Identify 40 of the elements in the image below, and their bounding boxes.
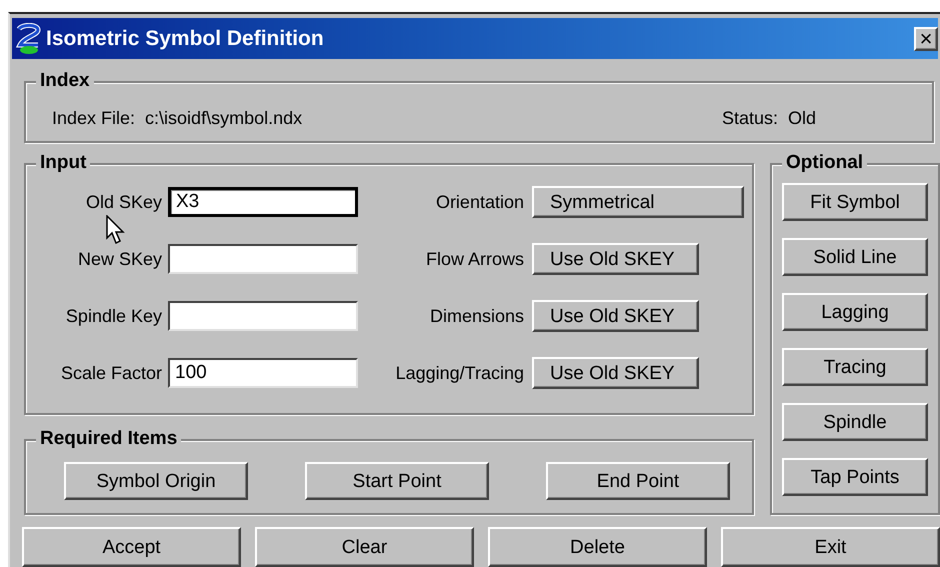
group-title: Input bbox=[36, 153, 90, 172]
optional-button[interactable]: Spindle bbox=[782, 403, 928, 441]
option-label: Dimensions bbox=[428, 304, 524, 328]
group-title: Required Items bbox=[36, 429, 182, 448]
text-field[interactable] bbox=[168, 301, 358, 331]
action-button[interactable]: Accept bbox=[22, 527, 241, 567]
optional-button[interactable]: Fit Symbol bbox=[782, 183, 928, 221]
window-title: Isometric Symbol Definition bbox=[46, 26, 324, 52]
action-button[interactable]: Exit bbox=[721, 527, 940, 567]
option-button[interactable]: Use Old SKEY bbox=[532, 300, 699, 332]
optional-button[interactable]: Solid Line bbox=[782, 238, 928, 276]
text-field[interactable]: X3 bbox=[168, 187, 358, 217]
action-button[interactable]: Clear bbox=[255, 527, 474, 567]
action-button[interactable]: Delete bbox=[488, 527, 707, 567]
option-label: Flow Arrows bbox=[424, 248, 524, 270]
option-label: Orientation bbox=[434, 190, 524, 214]
text-field[interactable] bbox=[168, 244, 358, 274]
option-button[interactable]: Use Old SKEY bbox=[532, 243, 699, 275]
index-file-path: c:\isoidf\symbol.ndx bbox=[145, 106, 302, 130]
status-label: Status: bbox=[722, 106, 778, 130]
field-label: Spindle Key bbox=[64, 304, 162, 328]
field-label: Scale Factor bbox=[60, 362, 162, 384]
field-label: Old SKey bbox=[84, 190, 162, 214]
optional-button[interactable]: Tap Points bbox=[782, 458, 928, 496]
option-button[interactable]: Symmetrical bbox=[532, 186, 744, 218]
close-button[interactable]: × bbox=[914, 26, 938, 50]
index-file-label: Index File: bbox=[52, 106, 136, 130]
optional-button[interactable]: Tracing bbox=[782, 348, 928, 386]
required-item-button[interactable]: Start Point bbox=[305, 462, 489, 500]
option-label: Lagging/Tracing bbox=[394, 362, 524, 385]
group-title: Optional bbox=[782, 153, 868, 172]
field-label: New SKey bbox=[76, 248, 162, 271]
optional-button[interactable]: Lagging bbox=[782, 293, 928, 331]
status-value: Old bbox=[788, 106, 816, 130]
text-field[interactable]: 100 bbox=[168, 358, 358, 388]
mouse-cursor-icon bbox=[106, 215, 126, 245]
option-button[interactable]: Use Old SKEY bbox=[532, 357, 699, 389]
required-item-button[interactable]: End Point bbox=[546, 462, 730, 500]
required-item-button[interactable]: Symbol Origin bbox=[64, 462, 248, 500]
app-logo-icon bbox=[16, 22, 42, 54]
